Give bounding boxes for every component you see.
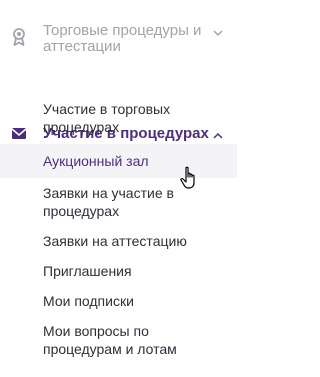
menu-item-trading-participation[interactable]: Участие в торговых процедурах <box>0 96 183 142</box>
menu-item-attestation-requests[interactable]: Заявки на аттестацию <box>0 226 237 256</box>
submenu-items: Участие в торговых процедурах Аукционный… <box>0 96 237 364</box>
menu-item-my-questions[interactable]: Мои вопросы по процедурам и лотам <box>0 316 193 364</box>
section-trading-procedures-label: Торговые процедуры и аттестации <box>43 22 202 55</box>
menu-item-participation-requests[interactable]: Заявки на участие в процедурах <box>0 178 203 226</box>
award-ribbon-icon <box>11 28 27 46</box>
sidebar-menu: Торговые процедуры и аттестации Участие … <box>0 0 237 357</box>
chevron-down-icon <box>213 25 223 37</box>
menu-item-auction-hall[interactable]: Аукционный зал <box>0 144 237 178</box>
menu-item-subscriptions[interactable]: Мои подписки <box>0 286 237 316</box>
section-participation[interactable]: Участие в процедурах <box>0 58 237 142</box>
menu-item-invitations[interactable]: Приглашения <box>0 256 237 286</box>
section-trading-procedures[interactable]: Торговые процедуры и аттестации <box>0 0 237 58</box>
